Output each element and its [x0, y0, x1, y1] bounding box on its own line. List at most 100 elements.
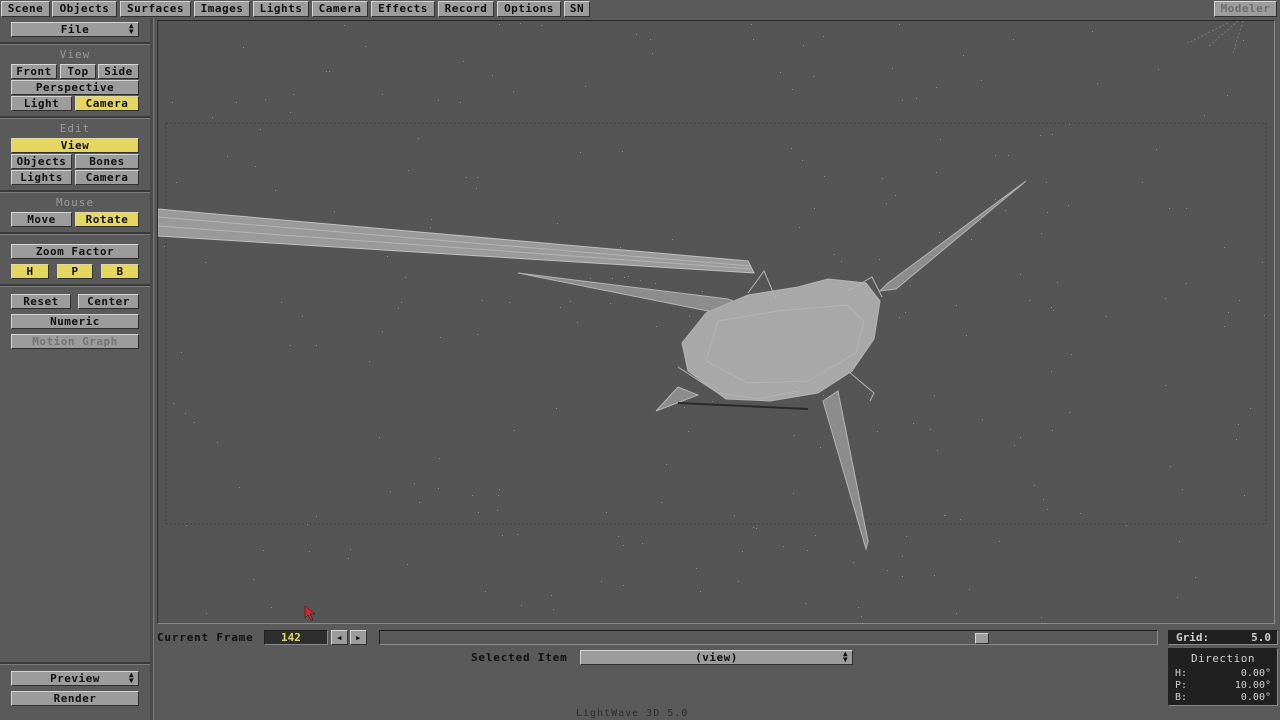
star [689, 316, 690, 317]
star [293, 94, 294, 95]
star [1057, 282, 1058, 283]
star [853, 562, 854, 563]
tab-sn[interactable]: SN [564, 1, 590, 17]
h-toggle-button[interactable]: H [11, 264, 49, 279]
file-menu-button[interactable]: File ▲ ▼ [11, 22, 139, 37]
light-view-button[interactable]: Light [11, 96, 72, 111]
tab-objects[interactable]: Objects [52, 1, 117, 17]
star [263, 550, 264, 551]
edit-bones-button[interactable]: Bones [75, 154, 139, 169]
star [260, 129, 261, 130]
tab-options[interactable]: Options [497, 1, 561, 17]
star [255, 166, 256, 167]
star [513, 91, 514, 92]
star [265, 99, 266, 100]
tab-effects[interactable]: Effects [371, 1, 435, 17]
tab-camera[interactable]: Camera [312, 1, 368, 17]
star [820, 447, 821, 448]
direction-h-value: 0.00° [1240, 668, 1271, 679]
star [408, 170, 409, 171]
star [623, 545, 624, 546]
star [379, 437, 380, 438]
star [623, 585, 624, 586]
camera-view-button[interactable]: Camera [75, 96, 139, 111]
star [580, 152, 581, 153]
star [1034, 485, 1035, 486]
current-frame-field[interactable]: 142 [264, 630, 328, 645]
tab-record[interactable]: Record [438, 1, 494, 17]
frame-forward-button[interactable]: ▸ [350, 630, 367, 645]
star [502, 535, 503, 536]
center-button[interactable]: Center [78, 294, 139, 309]
star [684, 407, 685, 408]
tab-scene[interactable]: Scene [1, 1, 50, 17]
front-view-button[interactable]: Front [11, 64, 57, 79]
star [834, 254, 835, 255]
star [1142, 182, 1143, 183]
star [794, 435, 795, 436]
star [1029, 300, 1030, 301]
reset-button[interactable]: Reset [11, 294, 71, 309]
star [700, 591, 701, 592]
star [803, 45, 804, 46]
star [1186, 208, 1187, 209]
star [387, 256, 388, 257]
star [1182, 489, 1183, 490]
preview-menu-button[interactable]: Preview ▲ ▼ [11, 671, 139, 686]
star [1224, 326, 1225, 327]
star [606, 512, 607, 513]
star [628, 276, 629, 277]
modeler-button[interactable]: Modeler [1214, 1, 1277, 17]
edit-objects-button[interactable]: Objects [11, 154, 72, 169]
mouse-cursor-icon [304, 605, 316, 621]
star [913, 423, 914, 424]
star [514, 430, 515, 431]
edit-view-button[interactable]: View [11, 138, 139, 153]
star [734, 515, 735, 516]
frame-back-button[interactable]: ◂ [331, 630, 348, 645]
star [302, 316, 303, 317]
motion-graph-button[interactable]: Motion Graph [11, 334, 139, 349]
p-toggle-button[interactable]: P [57, 264, 93, 279]
numeric-button[interactable]: Numeric [11, 314, 139, 329]
perspective-view-button[interactable]: Perspective [11, 80, 139, 95]
mouse-rotate-button[interactable]: Rotate [75, 212, 139, 227]
star [430, 227, 431, 228]
edit-lights-button[interactable]: Lights [11, 170, 72, 185]
star [551, 595, 552, 596]
star [753, 39, 754, 40]
top-view-button[interactable]: Top [60, 64, 96, 79]
tab-images[interactable]: Images [194, 1, 250, 17]
star [439, 458, 440, 459]
star [1005, 210, 1006, 211]
star [1047, 509, 1048, 510]
star [601, 581, 602, 582]
tab-surfaces[interactable]: Surfaces [120, 1, 191, 17]
star [814, 208, 815, 209]
b-toggle-button[interactable]: B [101, 264, 139, 279]
star [672, 239, 673, 240]
star [902, 576, 903, 577]
star [656, 326, 657, 327]
star [1250, 408, 1251, 409]
timeline-slider-knob[interactable] [975, 633, 989, 644]
star [906, 536, 907, 537]
tab-lights[interactable]: Lights [253, 1, 309, 17]
camera-viewport[interactable] [157, 20, 1275, 624]
edit-header: Edit [59, 122, 91, 135]
edit-camera-button[interactable]: Camera [75, 170, 139, 185]
side-view-button[interactable]: Side [98, 64, 139, 79]
zoom-factor-button[interactable]: Zoom Factor [11, 244, 139, 259]
timeline-slider-track[interactable] [379, 630, 1158, 645]
selected-item-dropdown[interactable]: (view) ▲ ▼ [580, 650, 853, 665]
star [905, 312, 906, 313]
star [1047, 212, 1048, 213]
star [350, 549, 351, 550]
star [1227, 95, 1228, 96]
render-button[interactable]: Render [11, 691, 139, 706]
star [620, 247, 621, 248]
star [482, 300, 483, 301]
mouse-move-button[interactable]: Move [11, 212, 72, 227]
star [460, 102, 461, 103]
star [702, 291, 703, 292]
